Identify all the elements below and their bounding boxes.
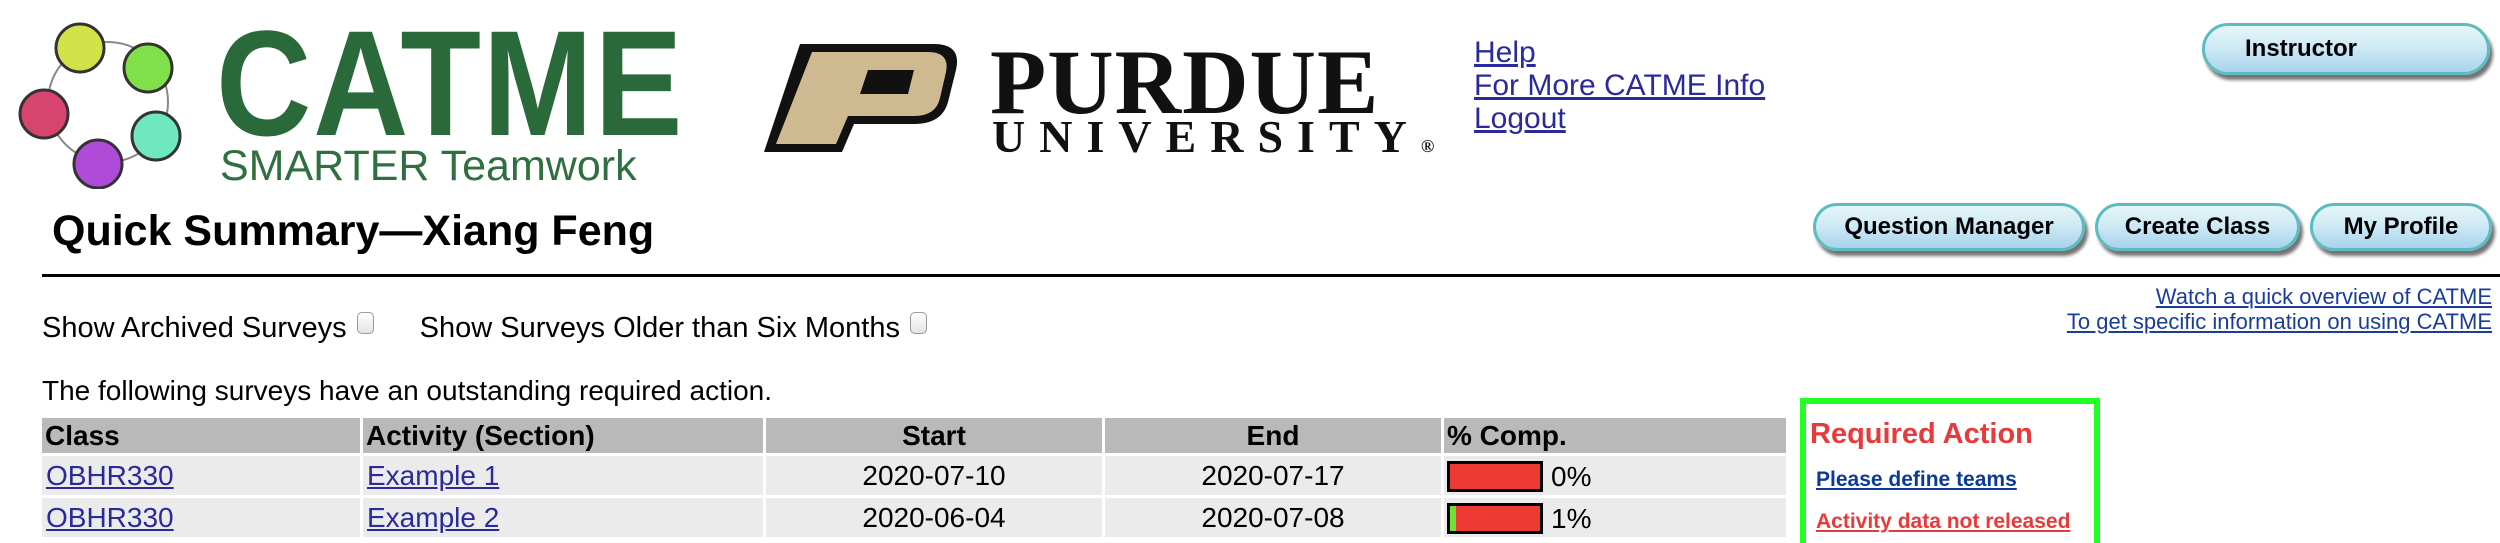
- help-link[interactable]: Help: [1474, 36, 1765, 69]
- watch-overview-link[interactable]: Watch a quick overview of CATME: [2067, 284, 2492, 309]
- required-action-heading: Required Action: [1810, 418, 2033, 450]
- activity-cell: Example 2: [363, 498, 763, 538]
- more-catme-info-link[interactable]: For More CATME Info: [1474, 69, 1765, 102]
- class-link[interactable]: OBHR330: [46, 460, 174, 491]
- my-profile-button[interactable]: My Profile: [2310, 203, 2492, 251]
- filter-archived: Show Archived Surveys: [42, 310, 374, 346]
- registered-mark: ®: [1420, 136, 1435, 156]
- outstanding-action-notice: The following surveys have an outstandin…: [42, 375, 772, 406]
- required-action-panel: Required Action Please define teams Acti…: [1800, 398, 2100, 543]
- purdue-logo: PURDUE UNIVERSITY®: [756, 36, 1434, 162]
- purdue-logo-sub: UNIVERSITY®: [992, 112, 1434, 171]
- help-links: Watch a quick overview of CATME To get s…: [2067, 284, 2492, 334]
- catme-logo-tagline: SMARTER Teamwork: [220, 142, 637, 190]
- purdue-p-icon: [764, 44, 958, 152]
- completion-progress-bar: [1447, 503, 1543, 535]
- activity-cell: Example 1: [363, 456, 763, 496]
- table-row: OBHR330 Example 1 2020-07-10 2020-07-17 0%: [42, 456, 1786, 496]
- col-activity[interactable]: Activity (Section): [363, 418, 763, 453]
- logout-link[interactable]: Logout: [1474, 102, 1765, 135]
- specific-info-link[interactable]: To get specific information on using CAT…: [2067, 309, 2492, 334]
- header-divider: [42, 274, 2500, 277]
- completion-cell: 0%: [1444, 456, 1786, 496]
- show-archived-checkbox[interactable]: [356, 312, 374, 334]
- show-older-checkbox[interactable]: [909, 312, 927, 334]
- start-date: 2020-07-10: [766, 456, 1102, 496]
- completion-cell: 1%: [1444, 498, 1786, 538]
- table-row: OBHR330 Example 2 2020-06-04 2020-07-08 1%: [42, 498, 1786, 538]
- end-date: 2020-07-17: [1105, 456, 1441, 496]
- start-date: 2020-06-04: [766, 498, 1102, 538]
- catme-logo: CATME SMARTER Teamwork: [18, 8, 683, 190]
- catme-logo-title: CATME: [216, 0, 685, 167]
- end-date: 2020-07-08: [1105, 498, 1441, 538]
- surveys-table: Class Activity (Section) Start End % Com…: [39, 415, 1789, 540]
- class-cell: OBHR330: [42, 456, 360, 496]
- completion-progress-bar: [1447, 461, 1543, 493]
- col-class[interactable]: Class: [42, 418, 360, 453]
- filter-older: Show Surveys Older than Six Months: [420, 310, 927, 346]
- filter-older-label: Show Surveys Older than Six Months: [419, 312, 900, 344]
- completion-percent: 1%: [1551, 503, 1592, 535]
- col-completion[interactable]: % Comp.: [1444, 418, 1786, 453]
- table-header-row: Class Activity (Section) Start End % Com…: [42, 418, 1786, 453]
- release-data-link[interactable]: Activity data not released: [1816, 510, 2070, 534]
- instructor-role-button[interactable]: Instructor: [2202, 23, 2490, 75]
- class-cell: OBHR330: [42, 498, 360, 538]
- activity-link[interactable]: Example 2: [367, 502, 499, 533]
- top-links: Help For More CATME Info Logout: [1474, 36, 1765, 135]
- filter-archived-label: Show Archived Surveys: [42, 312, 347, 344]
- define-teams-link[interactable]: Please define teams: [1816, 468, 2017, 492]
- activity-link[interactable]: Example 1: [367, 460, 499, 491]
- team-circle-icon: [18, 22, 182, 189]
- completion-percent: 0%: [1551, 461, 1592, 493]
- col-end[interactable]: End: [1105, 418, 1441, 453]
- completion-progress-fill: [1450, 506, 1457, 532]
- purdue-logo-sub-text: UNIVERSITY: [992, 111, 1421, 162]
- page-title: Quick Summary—Xiang Feng: [52, 207, 655, 255]
- survey-filters: Show Archived Surveys Show Surveys Older…: [42, 310, 973, 346]
- question-manager-button[interactable]: Question Manager: [1813, 203, 2085, 251]
- class-link[interactable]: OBHR330: [46, 502, 174, 533]
- create-class-button[interactable]: Create Class: [2095, 203, 2300, 251]
- col-start[interactable]: Start: [766, 418, 1102, 453]
